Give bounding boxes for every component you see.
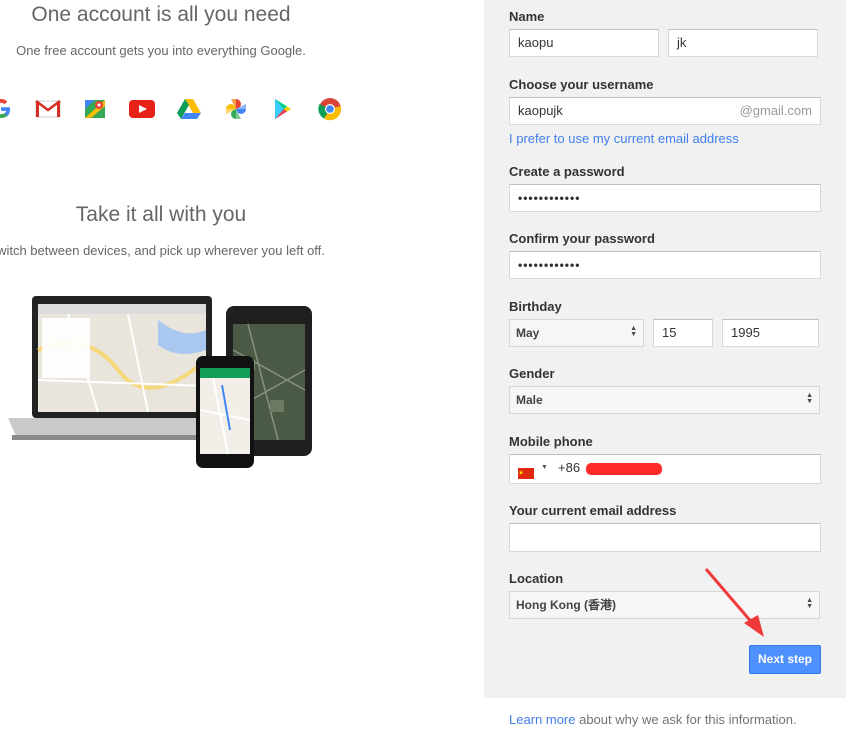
phone-country-code: +86 [558,460,581,475]
last-name-value: jk [677,35,687,50]
use-current-email-link[interactable]: I prefer to use my current email address [509,131,739,146]
birth-month-value: May [516,326,540,340]
confirm-password-mask: •••••••••••• [518,258,581,272]
signup-form: Name kaopu jk Choose your username kaopu… [484,0,846,698]
devices-title: Take it all with you [75,203,247,226]
mobile-phone-label: Mobile phone [509,434,593,449]
birthday-label: Birthday [509,299,562,314]
first-name-value: kaopu [518,35,554,50]
maps-icon [82,96,108,122]
devices-illustration [8,290,318,477]
gmail-icon [35,96,61,122]
username-label: Choose your username [509,77,654,92]
confirm-password-label: Confirm your password [509,231,655,246]
next-step-button[interactable]: Next step [749,645,821,674]
confirm-password-input[interactable]: •••••••••••• [509,251,821,279]
location-label: Location [509,571,564,586]
product-icons [0,96,343,122]
birth-year-input[interactable]: 1995 [722,319,819,347]
password-mask: •••••••••••• [518,191,581,205]
birth-month-select[interactable]: May ▲ ▼ [509,319,644,347]
country-dropdown-icon[interactable]: ▼ [541,455,548,481]
intro-subtitle: One free account gets you into everythin… [16,43,306,58]
drive-icon [176,96,202,122]
birth-year-value: 1995 [731,325,760,340]
birth-day-value: 15 [662,325,677,340]
play-icon [270,96,296,122]
youtube-icon [129,96,155,122]
gender-label: Gender [509,366,555,381]
devices-subtitle: witch between devices, and pick up where… [0,243,325,258]
current-email-label: Your current email address [509,503,677,518]
first-name-input[interactable]: kaopu [509,29,659,57]
annotation-arrow-icon [700,565,770,645]
current-email-input[interactable] [509,523,821,552]
intro-title: One account is all you need [31,3,291,26]
select-arrows-icon: ▲ ▼ [806,597,813,610]
photos-icon [223,96,249,122]
location-select[interactable]: Hong Kong (香港) ▲ ▼ [509,591,820,619]
username-input[interactable]: kaopujk @gmail.com [509,97,821,125]
username-value: kaopujk [518,103,563,118]
select-arrows-icon: ▲ ▼ [806,392,813,405]
gender-select[interactable]: Male ▲ ▼ [509,386,820,414]
gmail-suffix: @gmail.com [739,103,812,118]
footer-text: about why we ask for this information. [575,712,797,727]
china-flag-icon[interactable] [518,462,534,479]
location-value: Hong Kong (香港) [516,598,616,612]
birth-day-input[interactable]: 15 [653,319,713,347]
last-name-input[interactable]: jk [668,29,818,57]
mobile-phone-input[interactable]: ▼ +86 [509,454,821,484]
chrome-icon [317,96,343,122]
learn-more-link[interactable]: Learn more [509,712,575,727]
google-icon [0,96,14,122]
footer-note: Learn more about why we ask for this inf… [509,712,797,727]
gender-value: Male [516,393,543,407]
intro-section: One account is all you need One free acc… [0,0,484,732]
password-input[interactable]: •••••••••••• [509,184,821,212]
select-arrows-icon: ▲ ▼ [630,325,637,338]
redacted-phone-number [586,463,662,475]
password-label: Create a password [509,164,625,179]
name-label: Name [509,9,545,24]
